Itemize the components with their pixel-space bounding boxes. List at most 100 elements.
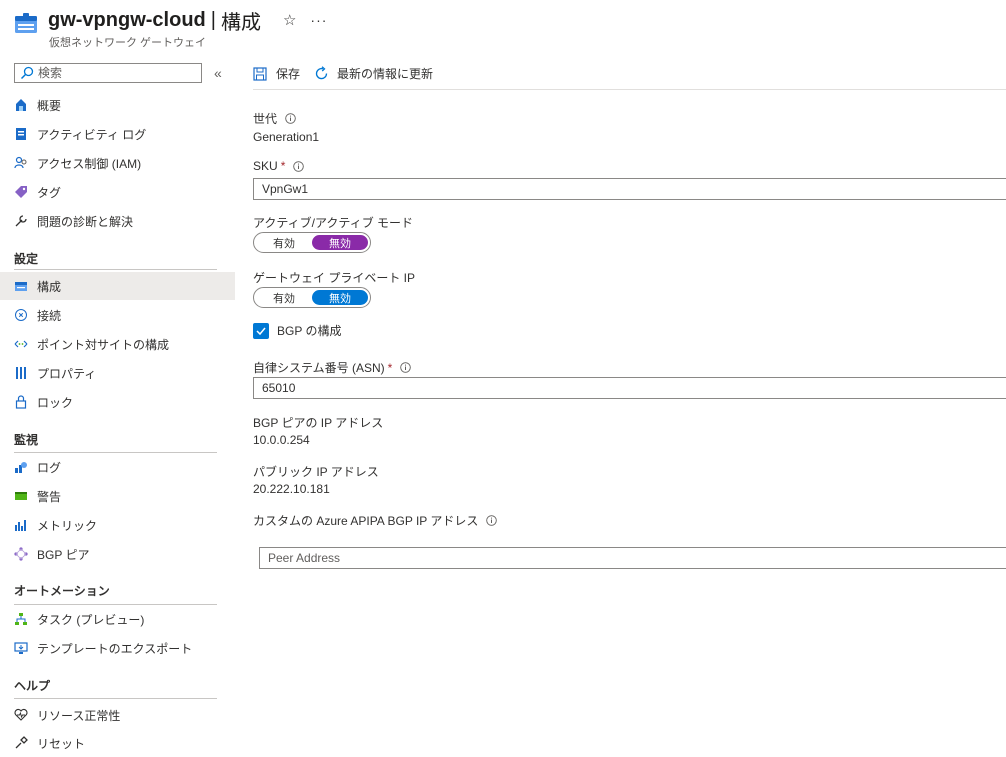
more-options-icon[interactable]: ··· xyxy=(310,12,327,28)
reset-icon xyxy=(14,736,28,750)
nav-item-export-template[interactable]: テンプレートのエクスポート xyxy=(0,634,235,662)
nav-item-activity-log[interactable]: アクティビティ ログ xyxy=(0,120,235,148)
refresh-icon xyxy=(314,66,330,82)
nav-item-diagnose[interactable]: 問題の診断と解決 xyxy=(0,207,235,235)
nav-item-configuration[interactable]: 構成 xyxy=(0,272,235,300)
alerts-icon xyxy=(14,489,28,503)
metrics-icon xyxy=(14,518,28,532)
tag-icon xyxy=(14,185,28,199)
p2s-icon xyxy=(14,337,28,351)
section-header-automation: オートメーション xyxy=(14,584,110,598)
page-header: gw-vpngw-cloud | 構成 ☆ ··· 仮想ネットワーク ゲートウェ… xyxy=(0,0,1006,58)
private-ip-toggle[interactable]: 有効 無効 xyxy=(253,287,371,308)
nav-item-metrics[interactable]: メトリック xyxy=(0,511,235,539)
title-separator: | xyxy=(210,8,216,31)
nav-item-label: ロック xyxy=(37,395,74,410)
export-template-icon xyxy=(14,641,28,655)
nav-item-label: リセット xyxy=(37,736,86,751)
generation-label-row: 世代 xyxy=(253,110,296,127)
save-label: 保存 xyxy=(276,67,301,81)
nav-item-label: アクティビティ ログ xyxy=(37,127,147,142)
nav-item-tags[interactable]: タグ xyxy=(0,178,235,206)
nav-item-label: 問題の診断と解決 xyxy=(37,214,134,229)
refresh-label: 最新の情報に更新 xyxy=(337,67,434,81)
resource-health-icon xyxy=(14,708,28,722)
nav-item-properties[interactable]: プロパティ xyxy=(0,359,235,387)
nav-item-label: テンプレートのエクスポート xyxy=(37,641,193,656)
generation-value: Generation1 xyxy=(253,130,320,144)
nav-item-iam[interactable]: アクセス制御 (IAM) xyxy=(0,149,235,177)
bgp-checkbox-row[interactable]: BGP の構成 xyxy=(253,322,341,339)
required-marker: * xyxy=(280,159,286,173)
search-icon xyxy=(20,66,34,80)
nav-item-label: リソース正常性 xyxy=(37,708,121,723)
nav-item-logs[interactable]: ログ xyxy=(0,453,235,481)
bgp-checkbox-label: BGP の構成 xyxy=(277,324,342,338)
sku-field[interactable]: VpnGw1 xyxy=(253,178,1006,200)
menu-search-box[interactable] xyxy=(14,63,202,83)
favorite-star-icon[interactable]: ☆ xyxy=(283,11,296,29)
nav-item-label: ポイント対サイトの構成 xyxy=(37,337,170,352)
nav-item-label: ログ xyxy=(37,460,62,475)
nav-item-resource-health[interactable]: リソース正常性 xyxy=(0,701,235,729)
nav-item-label: 構成 xyxy=(37,279,62,294)
toggle-option-disabled[interactable]: 無効 xyxy=(312,290,368,305)
connection-icon xyxy=(14,308,28,322)
nav-item-label: 接続 xyxy=(37,308,62,323)
asn-field[interactable]: 65010 xyxy=(253,377,1006,399)
nav-item-tasks[interactable]: タスク (プレビュー) xyxy=(0,605,235,633)
nav-item-point-to-site[interactable]: ポイント対サイトの構成 xyxy=(0,330,235,358)
command-bar: 保存 最新の情報に更新 xyxy=(253,58,1006,90)
refresh-button[interactable]: 最新の情報に更新 xyxy=(314,65,433,82)
sku-label-row: SKU * xyxy=(253,159,305,173)
collapse-menu-icon[interactable]: « xyxy=(214,65,222,81)
nav-item-label: メトリック xyxy=(37,518,98,533)
asn-label-row: 自律システム番号 (ASN) * xyxy=(253,359,412,376)
nav-item-reset[interactable]: リセット xyxy=(0,729,235,757)
nav-item-label: アクセス制御 (IAM) xyxy=(37,156,142,171)
nav-item-connections[interactable]: 接続 xyxy=(0,301,235,329)
nav-item-label: タグ xyxy=(37,185,62,200)
active-active-toggle[interactable]: 有効 無効 xyxy=(253,232,371,253)
toggle-option-disabled[interactable]: 無効 xyxy=(312,235,368,250)
required-marker: * xyxy=(387,360,393,375)
info-icon[interactable] xyxy=(293,160,305,172)
info-icon[interactable] xyxy=(486,515,498,526)
active-active-label: アクティブ/アクティブ モード xyxy=(253,216,414,230)
properties-icon xyxy=(14,366,28,380)
section-divider xyxy=(14,269,217,270)
wrench-icon xyxy=(14,214,28,228)
nav-item-label: 概要 xyxy=(37,98,62,113)
nav-item-alerts[interactable]: 警告 xyxy=(0,482,235,510)
lock-icon xyxy=(14,395,28,409)
bgp-peers-icon xyxy=(14,547,28,561)
nav-item-label: タスク (プレビュー) xyxy=(37,612,145,627)
save-button[interactable]: 保存 xyxy=(253,65,300,82)
nav-item-locks[interactable]: ロック xyxy=(0,388,235,416)
tasks-icon xyxy=(14,612,28,626)
resource-name: gw-vpngw-cloud xyxy=(48,8,206,31)
nav-item-label: BGP ピア xyxy=(37,547,90,562)
bgp-checkbox[interactable] xyxy=(253,322,269,339)
apipa-peer-address-input[interactable]: Peer Address xyxy=(259,547,1006,569)
vpn-gateway-icon xyxy=(14,12,38,36)
section-divider xyxy=(14,698,217,699)
apipa-label: カスタムの Azure APIPA BGP IP アドレス xyxy=(253,514,479,528)
toggle-option-enabled[interactable]: 有効 xyxy=(256,290,312,305)
toggle-option-enabled[interactable]: 有効 xyxy=(256,235,312,250)
asn-label: 自律システム番号 (ASN) xyxy=(253,361,385,375)
info-icon[interactable] xyxy=(400,362,412,373)
apipa-label-row: カスタムの Azure APIPA BGP IP アドレス xyxy=(253,512,498,529)
info-icon[interactable] xyxy=(285,113,296,124)
public-ip-value: 20.222.10.181 xyxy=(253,482,330,496)
nav-item-bgp-peers[interactable]: BGP ピア xyxy=(0,540,235,568)
nav-item-label: プロパティ xyxy=(37,366,97,381)
configuration-icon xyxy=(14,279,28,293)
search-input[interactable] xyxy=(38,66,188,80)
generation-label: 世代 xyxy=(253,112,278,126)
bgp-peer-ip-value: 10.0.0.254 xyxy=(253,433,310,447)
overview-icon xyxy=(14,98,28,112)
resource-type-subtitle: 仮想ネットワーク ゲートウェイ xyxy=(49,37,207,49)
private-ip-label: ゲートウェイ プライベート IP xyxy=(253,271,416,285)
nav-item-overview[interactable]: 概要 xyxy=(0,91,235,119)
